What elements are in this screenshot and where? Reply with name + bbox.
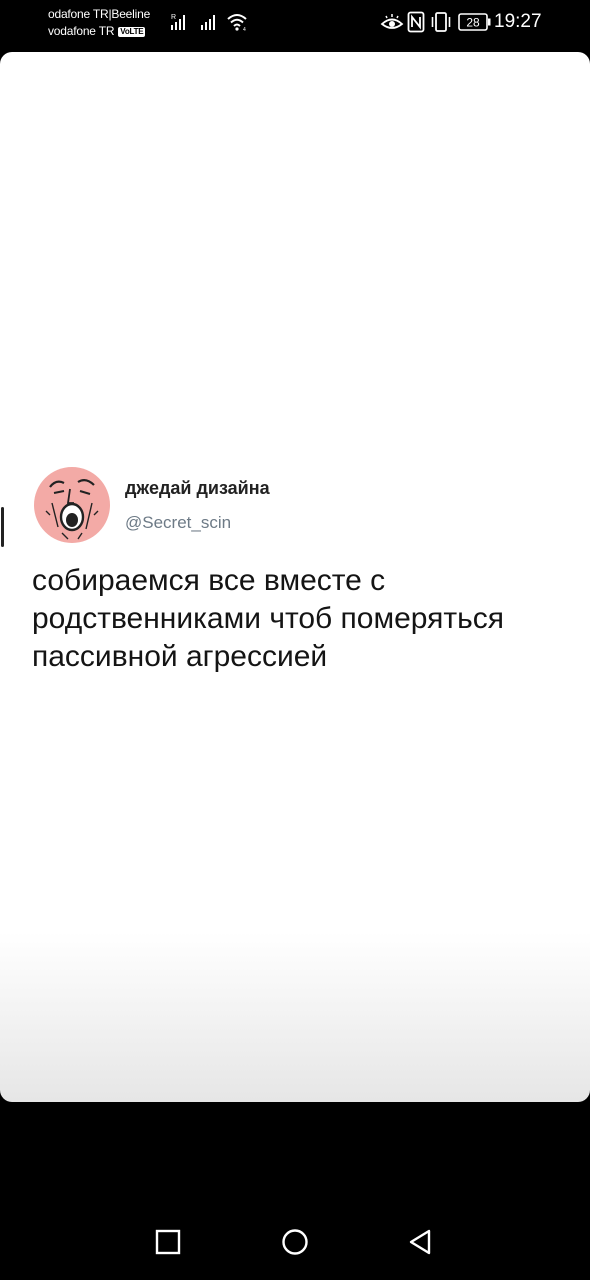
user-handle[interactable]: @Secret_scin [125, 513, 231, 533]
tweet-text-line: родственниками чтоб померяться [32, 602, 505, 635]
battery-icon: 28 [458, 13, 491, 31]
back-triangle-icon [409, 1229, 431, 1255]
phone-screen: odafone TR|Beeline vodafone TRVoLTE R 4 [0, 0, 590, 1280]
wifi-icon: 4 [227, 14, 247, 32]
vibrate-icon [431, 12, 451, 32]
clock: 19:27 [494, 11, 542, 32]
eye-comfort-icon [380, 14, 404, 29]
avatar[interactable] [34, 467, 110, 543]
roaming-indicator: R [171, 14, 176, 21]
carrier-name-sim2-label: vodafone TR [48, 24, 115, 38]
tweet-text-line: собираемся все вместе с [32, 564, 386, 597]
tweet-text-line: пассивной агрессией [32, 640, 328, 673]
signal-icon [201, 15, 215, 30]
back-button[interactable] [406, 1228, 436, 1258]
carrier-name-sim1: odafone TR|Beeline [48, 7, 151, 21]
signal-icon: R [171, 14, 185, 30]
story-content-card: джедай дизайна @Secret_scin собираемся в… [0, 52, 590, 1102]
square-icon [155, 1229, 181, 1255]
circle-icon [282, 1229, 308, 1255]
battery-level: 28 [466, 16, 480, 30]
recent-apps-button[interactable] [154, 1228, 184, 1258]
nfc-icon [407, 11, 425, 33]
home-button[interactable] [280, 1228, 310, 1258]
volte-badge: VoLTE [118, 27, 146, 37]
carrier-name-sim2: vodafone TR VoLTE [48, 24, 146, 38]
display-name[interactable]: джедай дизайна [125, 478, 270, 499]
status-bar: odafone TR|Beeline vodafone TRVoLTE R 4 [0, 0, 590, 50]
svg-text:4: 4 [243, 27, 246, 32]
screaming-face-icon [45, 478, 99, 540]
navigation-bar [0, 1200, 590, 1280]
edge-mark [1, 507, 4, 547]
tweet-text: собираемся все вместе с родственниками ч… [32, 562, 562, 676]
